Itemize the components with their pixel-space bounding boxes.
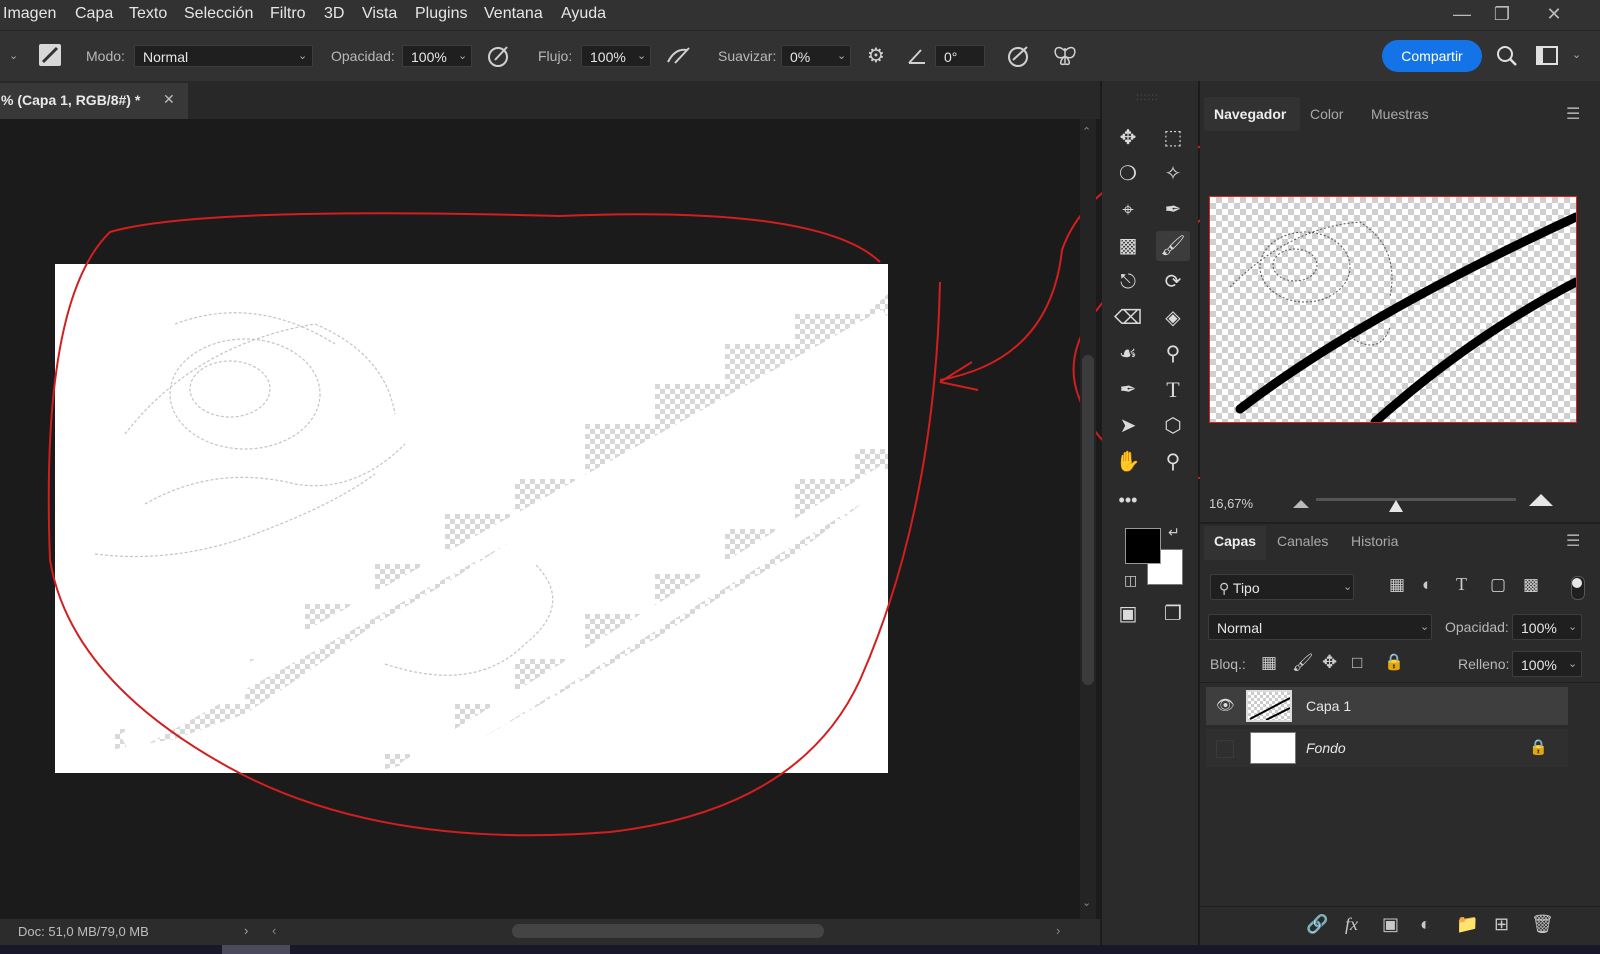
panel-divider bbox=[1200, 522, 1600, 524]
lock-position-icon[interactable]: ✥ bbox=[1322, 652, 1337, 673]
move-tool-icon[interactable]: ✥ bbox=[1111, 123, 1145, 153]
zoom-out-mountain-icon[interactable] bbox=[1293, 498, 1309, 508]
layer-opacity-value: 100% bbox=[1521, 620, 1557, 636]
magic-wand-tool-icon[interactable]: ✧ bbox=[1156, 159, 1190, 189]
tab-capas[interactable]: Capas bbox=[1214, 533, 1256, 549]
layer-name[interactable]: Fondo bbox=[1306, 740, 1346, 756]
paint-bucket-tool-icon[interactable]: ◈ bbox=[1156, 303, 1190, 333]
quick-mask-icon[interactable]: ▣ bbox=[1111, 599, 1145, 629]
zoom-tool-icon[interactable]: ⚲ bbox=[1156, 447, 1190, 477]
filter-toggle[interactable] bbox=[1571, 576, 1585, 600]
layer-row-fondo[interactable]: Fondo 🔒 bbox=[1206, 729, 1568, 767]
history-brush-tool-icon[interactable]: ⟳ bbox=[1156, 267, 1190, 297]
zoom-slider-track[interactable] bbox=[1316, 498, 1516, 501]
tab-historia[interactable]: Historia bbox=[1351, 533, 1398, 549]
visibility-eye-icon[interactable]: 👁 bbox=[1216, 696, 1235, 714]
chevron-down-icon: ⌄ bbox=[1420, 621, 1430, 633]
screen-mode-icon[interactable]: ❐ bbox=[1156, 599, 1190, 629]
stamp-tool-icon[interactable]: ⎋ bbox=[1111, 267, 1145, 297]
layer-row-capa-1[interactable]: 👁 Capa 1 bbox=[1206, 687, 1568, 725]
brush-tool-icon[interactable]: 🖌 bbox=[1156, 231, 1190, 261]
filter-type-icon[interactable]: T bbox=[1456, 574, 1467, 595]
new-layer-icon[interactable]: ⊞ bbox=[1494, 914, 1509, 935]
eraser-tool-icon[interactable]: ⌫ bbox=[1111, 303, 1145, 333]
navigator-preview[interactable] bbox=[1209, 196, 1577, 423]
lock-label: Bloq.: bbox=[1210, 656, 1246, 672]
fill-value: 100% bbox=[1521, 657, 1557, 673]
layers-footer-divider bbox=[1200, 906, 1600, 907]
filter-type-label: Tipo bbox=[1232, 580, 1260, 596]
zoom-slider-thumb[interactable] bbox=[1389, 500, 1403, 512]
navigator-zoom-value[interactable]: 16,67% bbox=[1209, 496, 1253, 511]
scroll-left-icon[interactable]: ‹ bbox=[272, 923, 276, 938]
tab-color[interactable]: Color bbox=[1310, 106, 1343, 122]
tab-navegador[interactable]: Navegador bbox=[1214, 106, 1286, 122]
healing-brush-tool-icon[interactable]: ▩ bbox=[1111, 231, 1145, 261]
fill-label: Relleno: bbox=[1458, 656, 1510, 672]
link-layers-icon[interactable]: 🔗 bbox=[1306, 914, 1328, 935]
delete-layer-trash-icon[interactable]: 🗑 bbox=[1531, 914, 1554, 935]
lock-artboard-icon[interactable]: □ bbox=[1352, 653, 1362, 673]
blend-mode-value: Normal bbox=[1217, 620, 1263, 636]
eyedropper-tool-icon[interactable]: ✒ bbox=[1156, 195, 1190, 225]
marquee-tool-icon[interactable]: ⬚ bbox=[1156, 123, 1190, 153]
navigator-menu-icon[interactable]: ☰ bbox=[1566, 104, 1580, 124]
crop-tool-icon[interactable]: ⌖ bbox=[1111, 195, 1145, 225]
layer-filter-select[interactable]: ⚲ Tipo bbox=[1210, 574, 1354, 600]
adjustment-layer-icon[interactable]: ◐ bbox=[1420, 914, 1431, 935]
scroll-down-icon[interactable]: ⌄ bbox=[1082, 896, 1091, 909]
lasso-tool-icon[interactable]: ❍ bbox=[1111, 159, 1145, 189]
filter-smart-object-icon[interactable]: ▩ bbox=[1523, 575, 1539, 595]
filter-toggle-knob bbox=[1572, 578, 1582, 588]
fx-icon[interactable]: fx bbox=[1345, 914, 1358, 935]
toolbar-grip[interactable]: :::::: bbox=[1136, 92, 1159, 103]
chevron-down-icon: ⌄ bbox=[1568, 621, 1578, 633]
filter-shape-icon[interactable]: ▢ bbox=[1490, 575, 1506, 595]
group-folder-icon[interactable]: 📁 bbox=[1456, 914, 1478, 935]
lock-all-icon[interactable]: 🔒 bbox=[1384, 652, 1404, 672]
more-tools-icon[interactable]: ••• bbox=[1111, 485, 1145, 515]
path-selection-tool-icon[interactable]: ➤ bbox=[1111, 411, 1145, 441]
chevron-down-icon: ⌄ bbox=[1568, 658, 1578, 670]
lock-transparency-icon[interactable]: ▦ bbox=[1261, 653, 1277, 673]
taskbar-active-app[interactable] bbox=[222, 945, 290, 954]
tab-canales[interactable]: Canales bbox=[1277, 533, 1328, 549]
scroll-right-icon[interactable]: › bbox=[1056, 923, 1060, 938]
foreground-color-swatch[interactable] bbox=[1125, 528, 1161, 564]
swap-colors-icon[interactable]: ↵ bbox=[1168, 524, 1180, 541]
scroll-up-icon[interactable]: ⌃ bbox=[1082, 125, 1091, 138]
status-expand-icon[interactable]: › bbox=[244, 923, 248, 938]
blend-mode-select[interactable]: Normal bbox=[1208, 614, 1432, 640]
layer-thumbnail-strokes bbox=[1249, 697, 1290, 720]
type-tool-icon[interactable]: T bbox=[1156, 375, 1190, 405]
os-taskbar bbox=[0, 945, 1600, 954]
dodge-tool-icon[interactable]: ⚲ bbox=[1156, 339, 1190, 369]
vertical-scroll-thumb[interactable] bbox=[1082, 355, 1094, 685]
document-size-status: Doc: 51,0 MB/79,0 MB bbox=[18, 924, 149, 939]
filter-pixel-icon[interactable]: ▦ bbox=[1389, 575, 1405, 595]
chevron-down-icon: ⌄ bbox=[1343, 581, 1353, 593]
layer-thumbnail bbox=[1250, 732, 1296, 764]
add-mask-icon[interactable]: ▣ bbox=[1382, 914, 1399, 935]
layers-divider bbox=[1200, 682, 1600, 683]
zoom-in-mountain-icon[interactable] bbox=[1529, 492, 1553, 506]
hand-tool-icon[interactable]: ✋ bbox=[1111, 447, 1145, 477]
filter-search-icon: ⚲ bbox=[1219, 580, 1230, 596]
layer-thumbnail bbox=[1246, 690, 1292, 722]
default-colors-icon[interactable]: ◫ bbox=[1124, 572, 1137, 589]
lock-pixels-brush-icon[interactable]: 🖌 bbox=[1292, 653, 1314, 673]
smudge-tool-icon[interactable]: ☙ bbox=[1111, 339, 1145, 369]
visibility-toggle-empty[interactable] bbox=[1216, 740, 1234, 758]
pen-tool-icon[interactable]: ✒ bbox=[1111, 375, 1145, 405]
layers-menu-icon[interactable]: ☰ bbox=[1566, 531, 1580, 551]
shape-tool-icon[interactable]: ⬡ bbox=[1156, 411, 1190, 441]
navigator-thumbnail bbox=[1229, 212, 1576, 422]
layer-opacity-label: Opacidad: bbox=[1445, 619, 1509, 635]
filter-adjustment-icon[interactable]: ◐ bbox=[1422, 575, 1432, 595]
tab-muestras[interactable]: Muestras bbox=[1371, 106, 1429, 122]
layer-lock-icon[interactable]: 🔒 bbox=[1529, 738, 1548, 756]
layer-name[interactable]: Capa 1 bbox=[1306, 698, 1351, 714]
horizontal-scroll-thumb[interactable] bbox=[512, 924, 824, 938]
